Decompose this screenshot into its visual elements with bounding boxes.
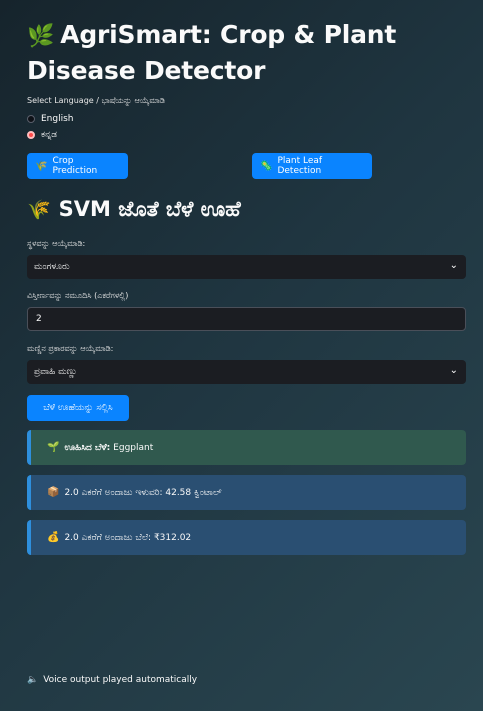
speaker-icon: 🔈 (27, 675, 39, 685)
chevron-down-icon[interactable]: ⌄ (450, 260, 458, 271)
estimated-price-alert: 💰 2.0 ಎಕರೆಗೆ ಅಂದಾಜು ಬೆಲೆ: ₹312.02 (27, 520, 466, 555)
crop-prediction-label: Crop Prediction (52, 156, 98, 176)
area-input[interactable]: 2 (27, 307, 466, 331)
area-label: ವಿಸ್ತೀರ್ಣವನ್ನು ನಮೂದಿಸಿ (ಎಕರೆಗಳಲ್ಲಿ) (27, 291, 129, 300)
chevron-down-icon[interactable]: ⌄ (450, 365, 458, 376)
location-select[interactable]: ಮಂಗಳೂರು ⌄ (27, 255, 466, 279)
plant-leaf-detection-button[interactable]: 🦠 Plant Leaf Detection (252, 153, 372, 179)
section-heading-text: SVM ಜೊತೆ ಬೆಳೆ ಊಹೆ (58, 197, 241, 221)
wheat-icon: 🌾 (27, 199, 51, 221)
section-heading: 🌾 SVM ಜೊತೆ ಬೆಳೆ ಊಹೆ (27, 197, 241, 222)
radio-button-selected[interactable] (27, 131, 35, 139)
radio-option-english[interactable]: English (27, 114, 74, 124)
location-label: ಸ್ಥಳವನ್ನು ಆಯ್ಕೆಮಾಡಿ: (27, 239, 86, 248)
predicted-crop-prefix: ಊಹಿಸಿದ ಬೆಳೆ: (64, 442, 111, 453)
page-title: 🌿 AgriSmart: Crop & Plant Disease Detecto… (27, 18, 467, 88)
submit-prediction-label: ಬೆಳೆ ಊಹೆಯನ್ನು ಸಲ್ಲಿಸಿ (43, 403, 113, 413)
money-bag-icon: 💰 (47, 532, 60, 543)
plant-leaf-detection-label: Plant Leaf Detection (277, 156, 323, 176)
estimated-yield-alert: 📦 2.0 ಎಕರೆಗೆ ಅಂದಾಜು ಇಳುವರಿ: 42.58 ಕ್ವಿಂಟ… (27, 475, 466, 510)
radio-button-unselected[interactable] (27, 115, 35, 123)
language-label: Select Language / ಭಾಷೆಯನ್ನು ಆಯ್ಕೆಮಾಡಿ (27, 96, 165, 105)
soil-label: ಮಣ್ಣಿನ ಪ್ರಕಾರವನ್ನು ಆಯ್ಕೆಮಾಡಿ: (27, 344, 114, 353)
wheat-icon: 🌾 (35, 160, 48, 172)
microbe-icon: 🦠 (260, 160, 273, 172)
radio-option-kannada[interactable]: ಕನ್ನಡ (27, 130, 57, 140)
radio-label-kannada: ಕನ್ನಡ (41, 130, 58, 140)
soil-select-value: ಪ್ರವಾಹಿ ಮಣ್ಣು (34, 367, 78, 377)
predicted-crop-value: Eggplant (113, 442, 154, 453)
estimated-yield-text: 2.0 ಎಕರೆಗೆ ಅಂದಾಜು ಇಳುವರಿ: 42.58 ಕ್ವಿಂಟಾಲ… (64, 487, 222, 498)
crop-prediction-button[interactable]: 🌾 Crop Prediction (27, 153, 128, 179)
submit-prediction-button[interactable]: ಬೆಳೆ ಊಹೆಯನ್ನು ಸಲ್ಲಿಸಿ (27, 395, 129, 421)
area-input-value: 2 (36, 314, 42, 324)
seedling-icon: 🌱 (47, 442, 60, 453)
package-icon: 📦 (47, 487, 60, 498)
radio-label-english: English (41, 114, 74, 124)
soil-select[interactable]: ಪ್ರವಾಹಿ ಮಣ್ಣು ⌄ (27, 360, 466, 384)
voice-output-text: Voice output played automatically (43, 675, 198, 685)
page-title-text: AgriSmart: Crop & Plant Disease Detector (27, 20, 397, 85)
predicted-crop-alert: 🌱 ಊಹಿಸಿದ ಬೆಳೆ: Eggplant (27, 430, 466, 465)
voice-output-status: 🔈 Voice output played automatically (27, 675, 197, 685)
herb-icon: 🌿 (27, 24, 55, 49)
estimated-price-text: 2.0 ಎಕರೆಗೆ ಅಂದಾಜು ಬೆಲೆ: ₹312.02 (64, 532, 192, 543)
location-select-value: ಮಂಗಳೂರು (34, 262, 70, 272)
